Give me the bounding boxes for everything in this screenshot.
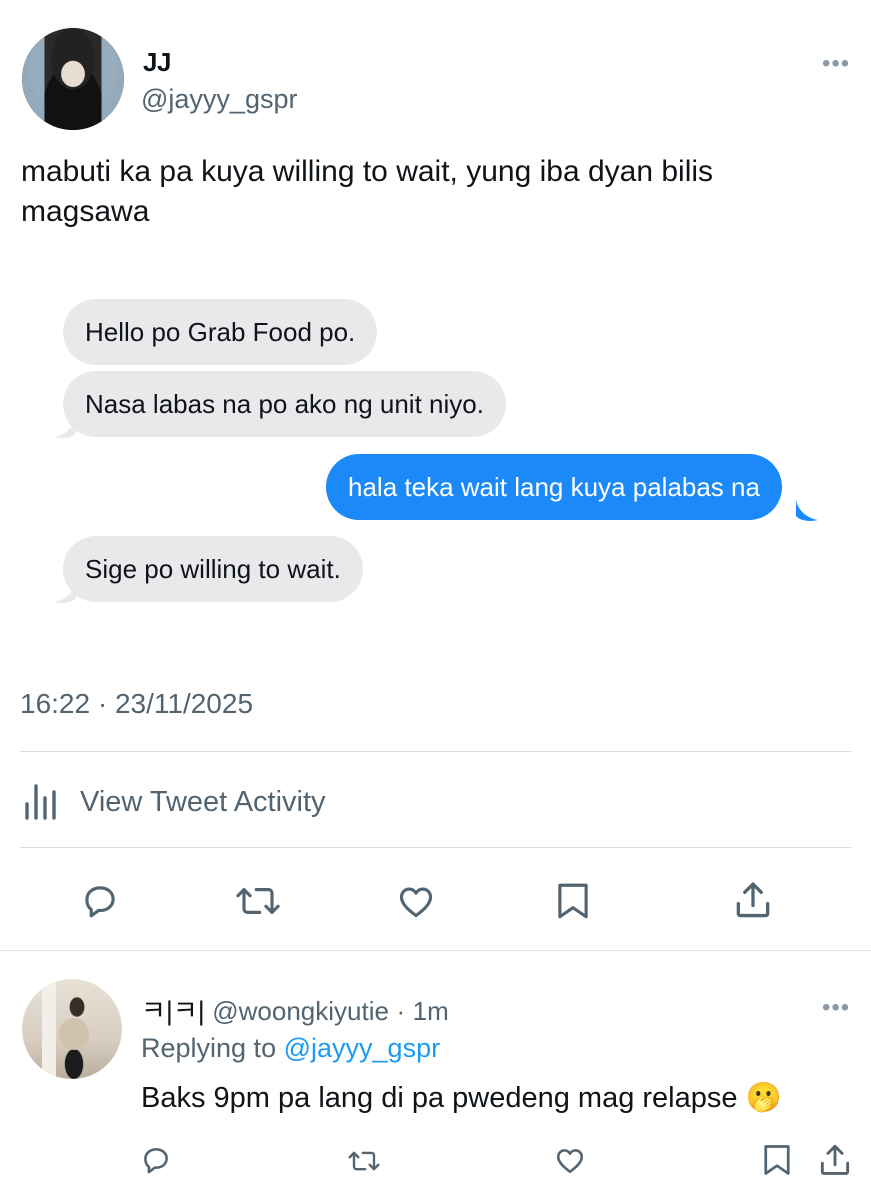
chat-bubble-outgoing: hala teka wait lang kuya palabas na: [326, 454, 782, 520]
reply-author-row: ㅋ|ㅋ| @woongkiyutie · 1m: [141, 989, 449, 1028]
reply-time[interactable]: 1m: [413, 996, 449, 1026]
replying-to: Replying to @jayyy_gspr: [141, 1033, 440, 1064]
share-icon[interactable]: [731, 878, 775, 922]
tweet-timestamp[interactable]: 16:22 · 23/11/2025: [20, 688, 253, 720]
bookmark-icon[interactable]: [553, 880, 593, 922]
reply-text: Baks 9pm pa lang di pa pwedeng mag relap…: [141, 1082, 782, 1114]
chat-bubble-text: hala teka wait lang kuya palabas na: [348, 472, 760, 502]
reply-like-heart-icon[interactable]: [553, 1143, 587, 1177]
chat-bubble-incoming: Nasa labas na po ako ng unit niyo.: [63, 371, 506, 437]
reply-author-display-name[interactable]: ㅋ|ㅋ|: [141, 996, 205, 1026]
reply-author-avatar[interactable]: [22, 979, 122, 1079]
chat-bubble-text: Sige po willing to wait.: [85, 554, 341, 584]
view-tweet-activity-label: View Tweet Activity: [80, 785, 326, 818]
reply-bookmark-icon[interactable]: [760, 1142, 794, 1178]
chat-bubble-tail: [54, 582, 76, 603]
more-options-icon[interactable]: •••: [822, 50, 850, 78]
section-separator: [0, 950, 871, 951]
chat-bubble-tail: [54, 417, 76, 438]
replying-to-handle-link[interactable]: @jayyy_gspr: [284, 1033, 440, 1063]
chat-bubble-text: Nasa labas na po ako ng unit niyo.: [85, 389, 484, 419]
tweet-text: mabuti ka pa kuya willing to wait, yung …: [21, 155, 714, 228]
reply-more-options-icon[interactable]: •••: [822, 994, 850, 1022]
like-heart-icon[interactable]: [395, 880, 437, 922]
reply-share-icon[interactable]: [816, 1141, 854, 1179]
divider: [20, 847, 851, 848]
author-avatar[interactable]: [22, 28, 124, 130]
divider: [20, 751, 851, 752]
meta-separator: ·: [396, 996, 406, 1026]
reply-retweet-icon[interactable]: [346, 1146, 382, 1176]
replying-to-prefix: Replying to: [141, 1033, 277, 1063]
chat-bubble-incoming: Hello po Grab Food po.: [63, 299, 378, 365]
chat-bubble-tail: [796, 500, 818, 521]
chat-bubble-text: Hello po Grab Food po.: [85, 317, 356, 347]
reply-reply-icon[interactable]: [139, 1143, 173, 1177]
chat-bubble-incoming: Sige po willing to wait.: [63, 536, 363, 602]
view-tweet-activity-button[interactable]: View Tweet Activity: [22, 780, 326, 824]
reply-icon[interactable]: [79, 880, 121, 922]
bar-chart-icon: [25, 784, 56, 820]
author-display-name[interactable]: JJ: [143, 47, 171, 78]
retweet-icon[interactable]: [235, 880, 281, 922]
author-handle[interactable]: @jayyy_gspr: [141, 84, 297, 115]
reply-author-handle[interactable]: @woongkiyutie: [212, 996, 389, 1026]
